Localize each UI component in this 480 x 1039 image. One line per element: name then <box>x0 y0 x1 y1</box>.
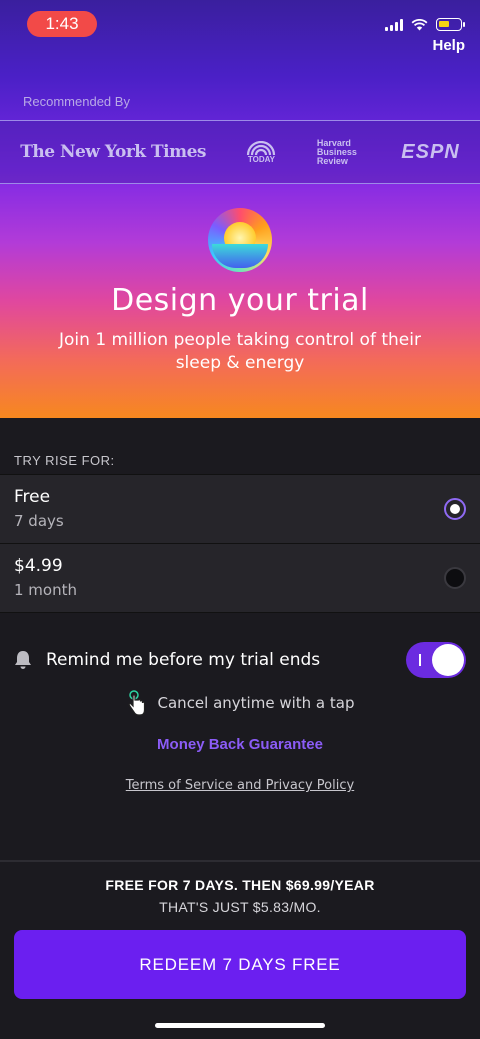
toggle-on-indicator <box>419 654 421 666</box>
reminder-toggle[interactable] <box>406 642 466 678</box>
home-indicator[interactable] <box>155 1023 325 1028</box>
rise-app-icon <box>208 208 272 272</box>
cancel-note-text: Cancel anytime with a tap <box>157 694 355 712</box>
toggle-knob <box>432 644 464 676</box>
nyt-logo: The New York Times <box>20 142 206 162</box>
page-title: Design your trial <box>111 283 369 318</box>
today-logo-text: TODAY <box>247 154 275 164</box>
plan-name: $4.99 <box>14 556 63 576</box>
money-back-guarantee[interactable]: Money Back Guarantee <box>0 736 480 753</box>
radio-selected[interactable] <box>444 498 466 520</box>
hbr-logo: Harvard Business Review <box>316 137 357 166</box>
cancel-note: Cancel anytime with a tap <box>0 690 480 720</box>
bell-icon <box>15 651 31 669</box>
terms-link[interactable]: Terms of Service and Privacy Policy <box>0 778 480 793</box>
press-logos: The New York Times TODAY Harvard Busines… <box>0 120 480 184</box>
today-logo: TODAY <box>246 140 276 164</box>
battery-icon <box>436 18 465 31</box>
help-link[interactable]: Help <box>432 37 465 54</box>
trial-options-label: TRY RISE FOR: <box>14 453 115 468</box>
reminder-label: Remind me before my trial ends <box>46 650 321 670</box>
pricing-line-2: THAT'S JUST $5.83/MO. <box>159 899 321 915</box>
plan-option-free[interactable]: Free 7 days <box>0 474 480 544</box>
plan-option-monthly[interactable]: $4.99 1 month <box>0 543 480 613</box>
wifi-icon <box>411 18 428 30</box>
reminder-row: Remind me before my trial ends <box>0 640 480 680</box>
status-icons <box>385 18 465 31</box>
radio-unselected[interactable] <box>444 567 466 589</box>
today-sunrise-icon <box>247 140 276 155</box>
recommended-label: Recommended By <box>23 94 130 109</box>
status-time: 1:43 <box>27 11 97 37</box>
plan-duration: 7 days <box>14 512 64 530</box>
plan-name: Free <box>14 487 51 507</box>
pricing-line-1: FREE FOR 7 DAYS. THEN $69.99/YEAR <box>105 877 375 893</box>
plan-duration: 1 month <box>14 581 77 599</box>
redeem-button[interactable]: REDEEM 7 DAYS FREE <box>14 930 466 999</box>
signal-icon <box>385 18 403 31</box>
page-subtitle: Join 1 million people taking control of … <box>59 330 421 373</box>
espn-logo: ESPN <box>401 140 460 163</box>
hand-tap-icon <box>128 690 145 716</box>
